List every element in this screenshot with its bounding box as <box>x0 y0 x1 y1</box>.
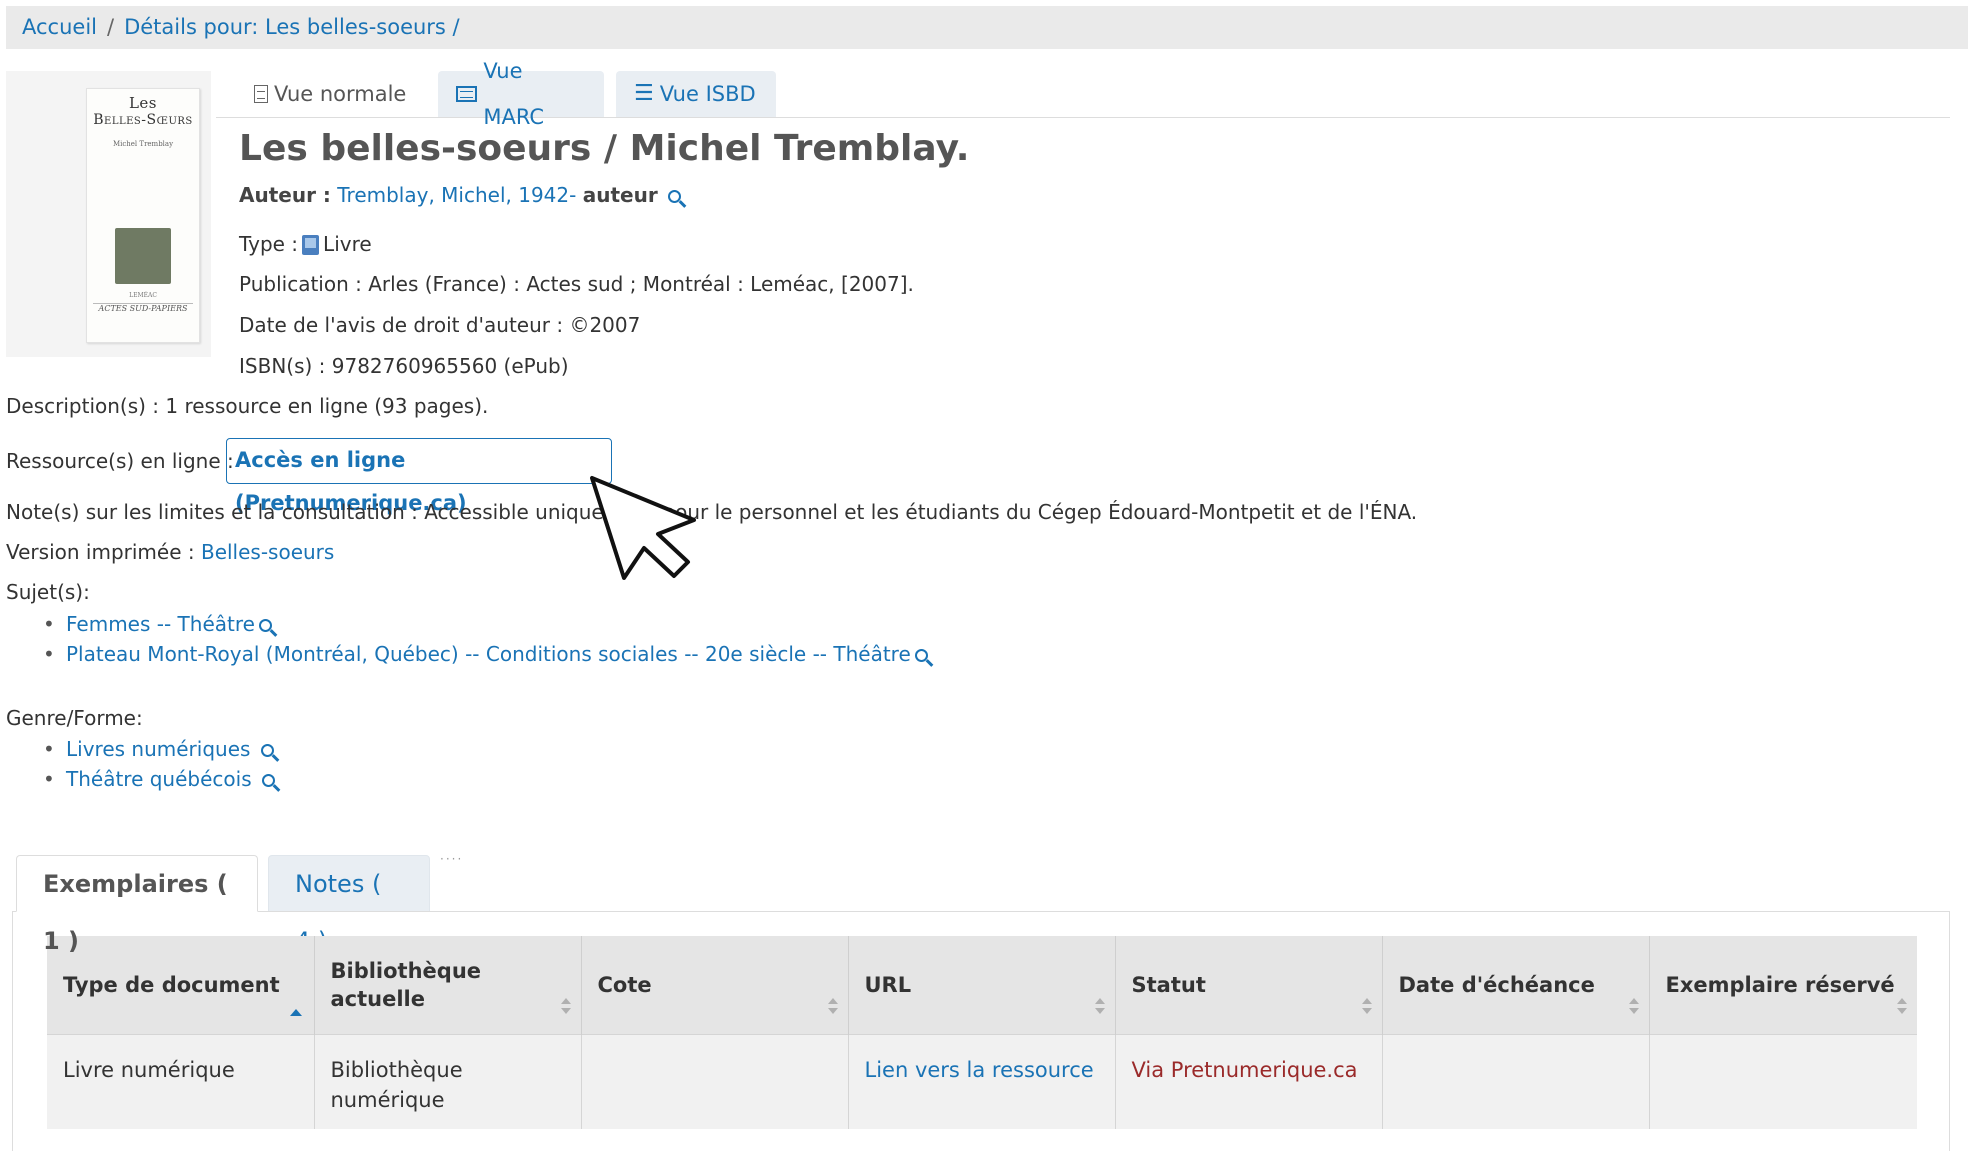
sort-icon <box>1897 997 1907 1014</box>
cell-reserved <box>1649 1033 1917 1129</box>
cover-publisher: ACTES SUD-PAPIERS <box>93 303 193 313</box>
copyright-date: Date de l'avis de droit d'auteur : ©2007 <box>239 313 641 337</box>
list-item: Livres numériques <box>6 734 275 764</box>
list-icon: ☰ <box>634 81 654 106</box>
search-icon[interactable] <box>258 619 272 632</box>
subjects-label: Sujet(s): <box>6 580 90 604</box>
breadcrumb-current-link[interactable]: Détails pour: Les belles-soeurs / <box>124 15 460 39</box>
document-icon <box>254 85 268 103</box>
cover-title-line1: Les <box>128 94 158 112</box>
cell-due-date <box>1382 1033 1650 1129</box>
column-header-type[interactable]: Type de document <box>47 936 315 1034</box>
genre-label: Genre/Forme: <box>6 706 143 730</box>
column-header-url[interactable]: URL <box>848 936 1116 1034</box>
cell-url: Lien vers la ressource <box>848 1033 1116 1129</box>
publication-info: Publication : Arles (France) : Actes sud… <box>239 272 914 296</box>
isbn-info: ISBN(s) : 9782760965560 (ePub) <box>239 354 569 378</box>
cover-photo <box>115 228 171 284</box>
tab-vue-isbd-label: Vue ISBD <box>659 82 756 106</box>
column-header-label: Cote <box>597 972 652 997</box>
sort-icon <box>1094 997 1105 1014</box>
search-icon[interactable] <box>260 744 274 757</box>
author-role: auteur <box>582 183 658 207</box>
genre-link-theatre-quebecois[interactable]: Théâtre québécois <box>66 767 252 791</box>
table-row: Livre numérique Bibliothèque numérique L… <box>47 1033 1917 1129</box>
cell-status: Via Pretnumerique.ca <box>1115 1033 1383 1129</box>
print-version-label: Version imprimée : <box>6 540 195 564</box>
list-item: Plateau Mont-Royal (Montréal, Québec) --… <box>6 639 928 669</box>
search-icon[interactable] <box>914 649 928 662</box>
column-header-label: Date d'échéance <box>1398 972 1595 997</box>
online-resource-label: Ressource(s) en ligne : <box>6 449 234 473</box>
cell-cote <box>581 1033 849 1129</box>
column-header-due-date[interactable]: Date d'échéance <box>1382 936 1650 1034</box>
breadcrumb: Accueil / Détails pour: Les belles-soeurs … <box>6 6 1968 49</box>
tab-notes[interactable]: Notes ( 4 ) <box>268 855 430 955</box>
cell-library: Bibliothèque numérique <box>314 1033 582 1129</box>
print-version-row: Version imprimée : Belles-soeurs <box>6 538 334 566</box>
genres-list: Livres numériques Théâtre québécois <box>6 734 275 794</box>
column-header-label: Type de document <box>63 972 280 997</box>
tab-vue-marc[interactable]: Vue MARC <box>438 59 604 129</box>
breadcrumb-home-link[interactable]: Accueil <box>22 15 97 39</box>
tab-vue-isbd[interactable]: ☰ Vue ISBD <box>616 71 776 117</box>
table-header-row: Type de document Bibliothèque actuelle C… <box>47 936 1917 1034</box>
column-header-library[interactable]: Bibliothèque actuelle <box>314 936 582 1034</box>
list-item: Femmes -- Théâtre <box>6 609 928 639</box>
cover-small-text: LEMÉAC <box>129 292 157 299</box>
cover-title-line2: Belles-Sœurs <box>93 112 193 128</box>
mouse-cursor-icon <box>590 476 696 580</box>
sort-icon <box>1628 997 1639 1014</box>
column-header-reserved[interactable]: Exemplaire réservé <box>1649 936 1917 1034</box>
search-icon[interactable] <box>668 190 682 203</box>
author-label: Auteur : <box>239 183 331 207</box>
column-header-label: Exemplaire réservé <box>1665 972 1895 997</box>
cell-type: Livre numérique <box>47 1033 315 1129</box>
subject-link-plateau[interactable]: Plateau Mont-Royal (Montréal, Québec) --… <box>66 642 911 666</box>
print-version-link[interactable]: Belles-soeurs <box>201 540 334 564</box>
column-header-status[interactable]: Statut <box>1115 936 1383 1034</box>
cover-image[interactable]: Les Belles-Sœurs Michel Tremblay LEMÉAC … <box>6 71 211 357</box>
book-icon <box>302 235 320 255</box>
column-header-label: URL <box>864 972 912 997</box>
type-row: Type : Livre <box>239 230 372 258</box>
book-cover: Les Belles-Sœurs Michel Tremblay LEMÉAC … <box>86 88 200 343</box>
column-header-label: Bibliothèque actuelle <box>330 958 482 1011</box>
cover-title: Les Belles-Sœurs <box>87 95 199 128</box>
sort-icon <box>1361 997 1372 1014</box>
sort-icon <box>560 997 571 1014</box>
tab-vue-normale-label: Vue normale <box>274 82 407 106</box>
tab-vue-normale[interactable]: Vue normale <box>236 71 425 117</box>
access-notes: Note(s) sur les limites et la consultati… <box>6 500 1418 524</box>
record-title: Les belles-soeurs / Michel Tremblay. <box>239 128 970 169</box>
sort-icon <box>827 997 838 1014</box>
subject-link-femmes[interactable]: Femmes -- Théâtre <box>66 612 255 636</box>
type-value: Livre <box>323 232 372 256</box>
tab-exemplaires[interactable]: Exemplaires ( 1 ) <box>16 855 258 955</box>
holdings-table: Type de document Bibliothèque actuelle C… <box>47 936 1917 1129</box>
sort-ascending-icon <box>289 1008 302 1016</box>
author-row: Auteur : Tremblay, Michel, 1942- auteur <box>239 181 682 209</box>
genre-link-livres-numeriques[interactable]: Livres numériques <box>66 737 250 761</box>
type-label: Type : <box>239 232 299 256</box>
search-icon[interactable] <box>261 774 275 787</box>
description-info: Description(s) : 1 ressource en ligne (9… <box>6 394 489 418</box>
marc-icon <box>456 86 478 102</box>
author-link[interactable]: Tremblay, Michel, 1942- <box>337 183 576 207</box>
column-header-cote[interactable]: Cote <box>581 936 849 1034</box>
view-tabs: Vue normale Vue MARC ☰ Vue ISBD <box>216 59 1950 129</box>
subjects-list: Femmes -- Théâtre Plateau Mont-Royal (Mo… <box>6 609 928 669</box>
divider-dots: ···· <box>440 852 464 866</box>
column-header-label: Statut <box>1131 972 1206 997</box>
online-access-link[interactable]: Accès en ligne (Pretnumerique.ca) <box>226 438 612 515</box>
list-item: Théâtre québécois <box>6 764 275 794</box>
breadcrumb-separator: / <box>107 15 115 39</box>
resource-link[interactable]: Lien vers la ressource <box>865 1058 1094 1082</box>
cover-author: Michel Tremblay <box>112 140 174 148</box>
